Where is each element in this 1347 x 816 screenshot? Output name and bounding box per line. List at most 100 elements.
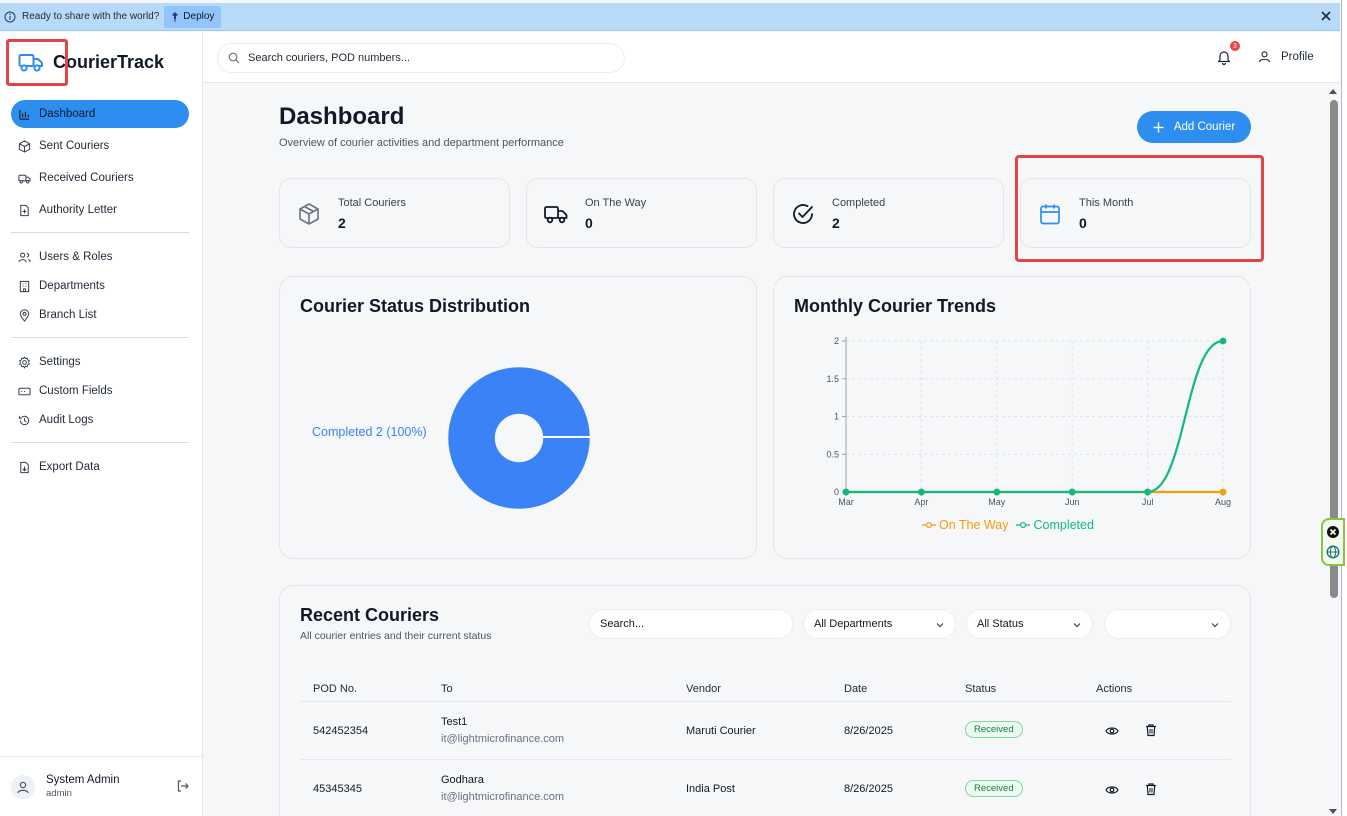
sidebar-item-users-roles[interactable]: Users & Roles — [11, 243, 189, 271]
vendor: India Post — [686, 783, 735, 795]
data-point-completed[interactable] — [993, 488, 1001, 496]
bell-icon[interactable] — [1217, 49, 1231, 65]
sidebar-item-departments[interactable]: Departments — [11, 272, 189, 300]
close-icon[interactable] — [1320, 10, 1332, 22]
user-panel: System Admin admin — [0, 756, 202, 816]
table-search-input[interactable] — [600, 618, 770, 630]
recipient-email: it@lightmicrofinance.com — [441, 791, 565, 803]
sidebar-item-branch-list[interactable]: Branch List — [11, 301, 189, 329]
plus-icon — [1153, 122, 1164, 132]
users-icon — [18, 252, 31, 262]
sidebar-item-settings[interactable]: Settings — [11, 348, 189, 376]
column-header-pod[interactable]: POD No. — [313, 683, 357, 695]
status-filter[interactable]: All Status — [966, 609, 1093, 639]
pie-chart-title: Courier Status Distribution — [300, 296, 531, 316]
data-point-completed[interactable] — [1068, 488, 1076, 496]
date: 8/26/2025 — [844, 725, 893, 737]
eye-icon[interactable] — [1105, 783, 1119, 797]
chevron-down-icon — [1211, 623, 1219, 628]
page-scrollbar[interactable] — [1326, 86, 1340, 816]
y-tick-label: 1 — [834, 412, 839, 422]
date-filter[interactable] — [1104, 609, 1231, 639]
sidebar-item-custom-fields[interactable]: Custom Fields — [11, 377, 189, 405]
data-point-on-the-way[interactable] — [1219, 488, 1227, 496]
sidebar-item-label: Authority Letter — [39, 204, 117, 216]
profile-button[interactable]: Profile — [1258, 50, 1314, 63]
legend-item-completed[interactable]: Completed — [1016, 518, 1094, 532]
globe-icon[interactable] — [1326, 545, 1340, 559]
legend-label: Completed — [1033, 518, 1094, 532]
monthly-trends-card: Monthly Courier Trends 0 0.5 1 1.5 2 Mar Apr Ma… — [773, 276, 1251, 559]
recent-couriers-subtitle: All courier entries and their current st… — [300, 630, 492, 642]
map-pin-icon — [19, 308, 30, 322]
legend-item-on-the-way[interactable]: On The Way — [922, 518, 1008, 532]
sidebar-item-dashboard[interactable]: Dashboard — [11, 100, 189, 128]
stat-label: Completed — [832, 197, 886, 209]
data-point-completed[interactable] — [1144, 488, 1151, 496]
deploy-button[interactable]: Deploy — [164, 5, 222, 28]
x-tick-label: Apr — [914, 497, 928, 507]
data-point-completed[interactable] — [918, 488, 925, 496]
bar-chart-icon — [19, 109, 30, 120]
status-filter-value: All Status — [977, 618, 1024, 630]
gear-icon — [19, 355, 30, 369]
floating-widget[interactable] — [1321, 518, 1345, 566]
file-plus-icon — [20, 204, 29, 216]
pie-chart — [447, 366, 591, 510]
avatar[interactable] — [11, 774, 35, 799]
sidebar-item-export-data[interactable]: Export Data — [11, 453, 189, 481]
stat-label: This Month — [1079, 197, 1134, 209]
deploy-message: Ready to share with the world? — [22, 11, 160, 22]
department-filter[interactable]: All Departments — [803, 609, 956, 639]
stat-value: 0 — [1079, 215, 1087, 231]
trash-icon[interactable] — [1144, 723, 1158, 737]
status-badge: Received — [965, 721, 1023, 738]
add-courier-label: Add Courier — [1173, 121, 1236, 133]
trash-icon[interactable] — [1144, 782, 1158, 796]
recent-couriers-card: Recent Couriers All courier entries and … — [279, 585, 1251, 816]
sidebar-item-sent-couriers[interactable]: Sent Couriers — [11, 132, 189, 160]
table-search[interactable] — [589, 609, 793, 639]
pod-number: 542452354 — [313, 725, 369, 737]
pie-slice-label: Completed 2 (100%) — [312, 425, 427, 439]
user-name: System Admin — [46, 773, 120, 786]
notification-badge: 3 — [1230, 41, 1240, 51]
table-divider — [300, 701, 1231, 702]
window-edge — [1341, 0, 1347, 816]
scroll-down-arrow[interactable] — [1329, 809, 1337, 814]
sidebar-item-received-couriers[interactable]: Received Couriers — [11, 164, 189, 192]
profile-label: Profile — [1281, 50, 1314, 63]
column-header-status[interactable]: Status — [965, 683, 996, 695]
column-header-actions: Actions — [1096, 683, 1133, 695]
column-header-vendor[interactable]: Vendor — [686, 683, 721, 695]
sidebar-item-label: Received Couriers — [39, 172, 134, 184]
close-circle-icon[interactable] — [1326, 525, 1340, 539]
check-circle-icon — [793, 204, 813, 224]
brand[interactable]: CourierTrack — [8, 40, 164, 84]
y-tick-label: 1.5 — [826, 374, 839, 384]
input-field-icon — [18, 387, 31, 395]
sidebar-item-audit-logs[interactable]: Audit Logs — [11, 406, 189, 434]
recent-couriers-title: Recent Couriers — [300, 605, 440, 625]
column-header-date[interactable]: Date — [844, 683, 867, 695]
search-input[interactable] — [248, 52, 608, 64]
truck-logo-icon — [18, 54, 43, 72]
column-header-to[interactable]: To — [441, 683, 453, 695]
sidebar-item-label: Settings — [39, 356, 81, 368]
y-tick-label: 0 — [834, 487, 839, 497]
data-point-completed[interactable] — [842, 488, 850, 496]
global-search[interactable] — [217, 43, 625, 73]
x-tick-label: Jul — [1142, 497, 1154, 507]
table-divider — [300, 759, 1231, 760]
stat-value: 2 — [832, 215, 840, 231]
y-tick-label: 2 — [834, 336, 839, 346]
scroll-up-arrow[interactable] — [1329, 89, 1337, 94]
add-courier-button[interactable]: Add Courier — [1137, 111, 1251, 143]
logout-icon[interactable] — [176, 779, 190, 793]
eye-icon[interactable] — [1105, 724, 1119, 738]
sidebar-item-authority-letter[interactable]: Authority Letter — [11, 196, 189, 224]
app-name: CourierTrack — [53, 51, 165, 72]
stat-card-on-the-way: On The Way 0 — [526, 178, 757, 248]
legend-label: On The Way — [939, 518, 1009, 532]
data-point-completed[interactable] — [1219, 337, 1227, 345]
